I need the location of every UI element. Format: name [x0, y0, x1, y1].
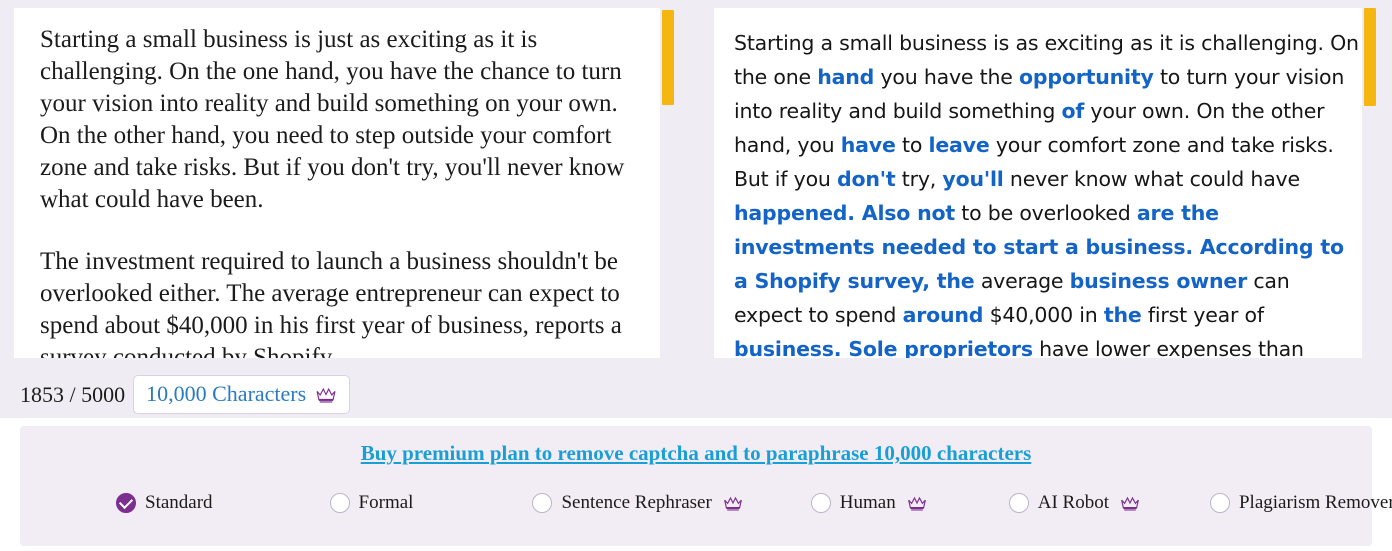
paraphrase-highlight: hand	[817, 65, 875, 89]
paraphrase-highlight: around	[902, 303, 984, 327]
paraphrase-highlight: business owner	[1069, 269, 1248, 293]
mode-label: AI Robot	[1037, 492, 1109, 513]
paraphrased-text-panel[interactable]: Starting a small business is as exciting…	[714, 8, 1378, 358]
radio-unchecked-icon[interactable]	[1209, 493, 1230, 513]
crown-icon	[315, 386, 337, 403]
paraphrase-highlight: leave	[928, 133, 990, 157]
character-counter: 1853 / 5000 10,000 Characters	[20, 375, 351, 414]
paraphrase-highlight: opportunity	[1019, 65, 1154, 89]
paraphrased-panel-scrollbar-thumb[interactable]	[1364, 8, 1376, 106]
original-paragraph-1: Starting a small business is just as exc…	[40, 26, 625, 213]
paraphrase-text: $40,000 in	[983, 303, 1104, 327]
mode-label: Plagiarism Remover	[1238, 492, 1392, 513]
radio-unchecked-icon[interactable]	[810, 493, 831, 513]
paraphrase-text: never know what could have	[1003, 167, 1300, 191]
original-text-panel[interactable]: Starting a small business is just as exc…	[14, 8, 676, 358]
original-panel-scrollbar-track[interactable]	[660, 0, 676, 358]
mode-radio-group: Standard Formal Sentence Rephraser Human AI …	[20, 492, 1392, 514]
mode-label: Sentence Rephraser	[561, 492, 712, 513]
paraphrase-highlight: have	[840, 133, 896, 157]
paraphrase-text: to be overlooked	[954, 201, 1137, 225]
paraphrase-highlight: the	[1103, 303, 1142, 327]
mode-option-formal[interactable]: Formal	[329, 492, 414, 514]
mode-label: Standard	[145, 492, 213, 513]
character-count-value: 1853 / 5000	[20, 381, 126, 407]
mode-option-sentence-rephraser[interactable]: Sentence Rephraser	[532, 492, 742, 514]
editor-toolbar: 1853 / 5000 10,000 Characters English	[0, 360, 1392, 418]
mode-label: Human	[839, 492, 896, 513]
paraphrasing-tool-app: Starting a small business is just as exc…	[0, 0, 1392, 551]
mode-selection-panel: Buy premium plan to remove captcha and t…	[20, 426, 1392, 546]
original-panel-scrollbar-thumb[interactable]	[662, 10, 674, 105]
mode-option-plagiarism-remover[interactable]: Plagiarism Remover	[1209, 492, 1392, 514]
radio-checked-icon[interactable]	[116, 493, 136, 513]
crown-icon	[1120, 495, 1140, 511]
radio-unchecked-icon[interactable]	[1008, 493, 1029, 513]
mode-option-ai-robot[interactable]: AI Robot	[1008, 492, 1140, 514]
paraphrase-highlight: don't	[837, 167, 896, 191]
radio-unchecked-icon[interactable]	[532, 493, 553, 513]
paraphrase-text: you have the	[874, 65, 1020, 89]
paraphrase-text: first year of	[1141, 303, 1264, 327]
paraphrase-highlight: of	[1061, 99, 1085, 123]
paraphrase-text: try,	[895, 167, 943, 191]
paraphrased-panel-scrollbar-track[interactable]	[1362, 0, 1378, 358]
paraphrase-text: to	[895, 133, 929, 157]
original-paragraph-2: The investment required to launch a busi…	[40, 248, 622, 358]
original-text-content[interactable]: Starting a small business is just as exc…	[14, 8, 676, 358]
buy-premium-plan-link[interactable]: Buy premium plan to remove captcha and t…	[20, 441, 1372, 466]
paraphrase-highlight: happened. Also not	[734, 201, 955, 225]
mode-option-standard[interactable]: Standard	[116, 492, 213, 514]
mode-label: Formal	[358, 492, 414, 513]
paraphrase-text: average	[974, 269, 1070, 293]
upgrade-characters-badge[interactable]: 10,000 Characters	[133, 375, 351, 414]
upgrade-characters-label: 10,000 Characters	[146, 381, 307, 406]
paraphrased-text-content[interactable]: Starting a small business is as exciting…	[714, 8, 1378, 358]
paraphrase-highlight: business. Sole proprietors	[734, 337, 1033, 358]
crown-icon	[723, 495, 743, 511]
crown-icon	[907, 495, 927, 511]
mode-option-human[interactable]: Human	[810, 492, 927, 514]
radio-unchecked-icon[interactable]	[329, 493, 350, 513]
editor-area: Starting a small business is just as exc…	[0, 0, 1392, 418]
paraphrase-highlight: you'll	[942, 167, 1004, 191]
paraphrased-paragraph-1: Starting a small business is as exciting…	[734, 26, 1360, 358]
